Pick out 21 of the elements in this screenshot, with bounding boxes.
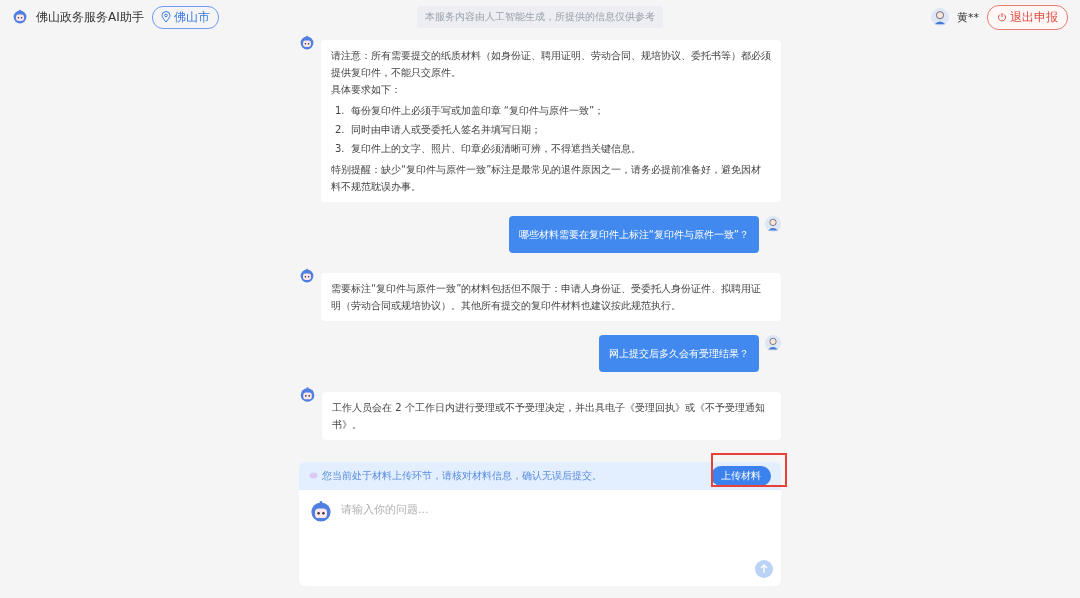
list-item-text: 同时由申请人或受委托人签名并填写日期； [350,123,541,137]
upload-button[interactable]: 上传材料 [711,466,771,486]
list-number: 1. [335,104,345,118]
message-text: 特别提醒：缺少“复印件与原件一致”标注是最常见的退件原因之一，请务必提前准备好，避免因材料不规范耽误办事。 [331,163,763,194]
app-title: 佛山政务服务AI助手 [36,8,144,26]
list-item-text: 复印件上的文字、照片、印章必须清晰可辨，不得遮挡关键信息。 [350,142,641,156]
message-text: 哪些材料需要在复印件上标注“复印件与原件一致”？ [518,228,749,242]
message-text: 网上提交后多久会有受理结果？ [609,347,749,361]
message-text: 需要标注“复印件与原件一致”的材料包括但不限于：申请人身份证、受委托人身份证件、拟聘用证明（劳动合同或规培协议）。其他所有提交的复印件材料也建议按此规范执行。 [331,282,763,313]
list-item-text: 每份复印件上必须手写或加盖印章 “复印件与原件一致”； [350,104,605,118]
hint-text: 您当前处于材料上传环节，请核对材料信息，确认无误后提交。 [322,469,602,483]
list-number: 2. [335,123,345,137]
message-text: 工作人员会在 2 个工作日内进行受理或不予受理决定，并出具电子《受理回执》或《不予受理通知书》。 [332,401,766,432]
location-badge[interactable]: 佛山市 [151,5,219,29]
disclaimer-notice: 本服务内容由人工智能生成，所提供的信息仅供参考 [417,6,663,28]
question-field[interactable]: 请输入你的问题... [299,490,781,586]
user-name: 黄** [957,9,979,25]
message-text: 具体要求如下： [331,83,402,97]
list-number: 3. [335,142,345,156]
message-text: 请注意：所有需要提交的纸质材料（如身份证、聘用证明、劳动合同、规培协议、委托书等）都必须提供复印件，不能只交原件。 [331,49,771,80]
exit-button[interactable]: 退出申报 [987,4,1068,30]
